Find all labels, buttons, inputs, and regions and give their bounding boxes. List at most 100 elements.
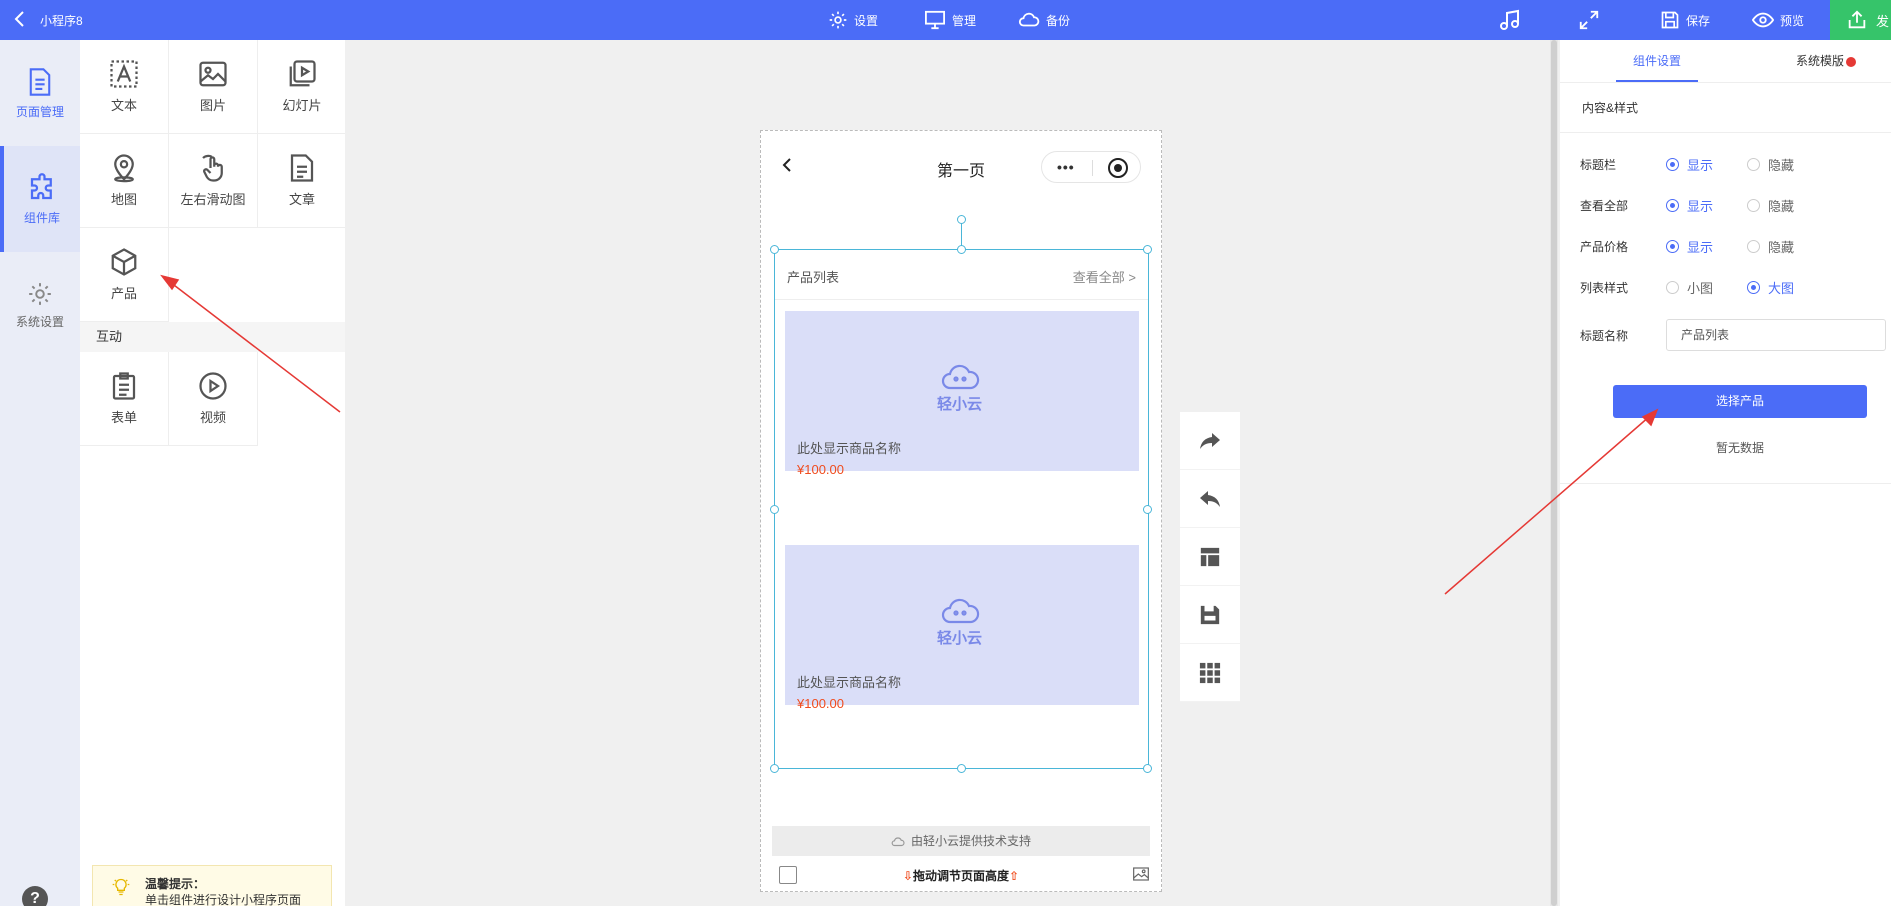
page-icon <box>29 67 51 96</box>
text-icon <box>110 60 138 88</box>
nav-system-settings[interactable]: 系统设置 <box>0 252 80 358</box>
article-icon <box>290 154 314 182</box>
resize-handle[interactable] <box>1143 505 1152 514</box>
component-product[interactable]: 产品 <box>80 228 169 322</box>
title-name-input[interactable]: 产品列表 <box>1666 319 1886 351</box>
component-label: 视频 <box>199 410 226 425</box>
view-all-link[interactable]: 查看全部 > <box>1073 267 1136 286</box>
redo-button[interactable] <box>1180 412 1240 470</box>
component-label: 产品 <box>110 286 137 301</box>
row-label: 标题栏 <box>1580 158 1617 172</box>
radio-label: 显示 <box>1687 240 1714 255</box>
component-label: 文本 <box>110 98 137 113</box>
divider <box>1560 132 1891 133</box>
capsule-menu[interactable]: ••• <box>1041 151 1141 183</box>
save-button[interactable]: 保存 <box>1660 0 1710 40</box>
preview-button[interactable]: 预览 <box>1752 0 1804 40</box>
radio-viewall-show[interactable]: 显示 <box>1666 196 1713 215</box>
save-label: 保存 <box>1686 13 1711 28</box>
brand-logo: 轻小云 <box>937 361 982 414</box>
layout-button[interactable] <box>1180 528 1240 586</box>
radio-label: 显示 <box>1687 158 1714 173</box>
nav-component-library[interactable]: 组件库 <box>0 146 80 252</box>
radio-label: 隐藏 <box>1768 199 1795 214</box>
component-text[interactable]: 文本 <box>80 40 169 134</box>
monitor-icon <box>925 10 945 30</box>
swipe-hand-icon <box>202 154 223 182</box>
app-title: 小程序8 <box>40 14 83 28</box>
fullscreen-button[interactable] <box>1578 0 1600 40</box>
brand-logo: 轻小云 <box>937 595 982 648</box>
brand-name: 轻小云 <box>937 630 983 647</box>
canvas-scrollbar-thumb[interactable] <box>1551 40 1557 906</box>
nav-label: 组件库 <box>23 210 60 225</box>
background-image-icon[interactable] <box>1133 867 1149 881</box>
radio-style-small[interactable]: 小图 <box>1666 278 1713 297</box>
back-arrow-icon[interactable] <box>10 9 30 29</box>
component-image[interactable]: 图片 <box>169 40 258 134</box>
canvas-area: 第一页 ••• 产品列表 查看全部 > 轻小云 此处显示商品名称 ¥100.00… <box>345 40 1550 906</box>
map-pin-icon <box>114 154 134 183</box>
undo-button[interactable] <box>1180 470 1240 528</box>
powered-by-bar: 由轻小云提供技术支持 <box>772 826 1150 856</box>
tab-component-settings[interactable]: 组件设置 <box>1616 40 1698 82</box>
top-bar: 小程序8 设置 管理 备份 保存 预览 发 <box>0 0 1891 40</box>
cloud-icon <box>891 837 905 846</box>
component-swipe-gallery[interactable]: 左右滑动图 <box>169 134 258 228</box>
phone-footer: ⇩拖动调节页面高度⇧ <box>761 859 1161 891</box>
component-label: 地图 <box>110 192 137 207</box>
resize-handle[interactable] <box>957 764 966 773</box>
cloud-icon <box>1018 12 1040 27</box>
help-icon[interactable]: ? <box>22 886 48 906</box>
capsule-divider <box>1092 160 1093 176</box>
settings-button[interactable]: 设置 <box>828 0 878 40</box>
save-page-button[interactable] <box>1180 586 1240 644</box>
divider <box>1560 82 1891 83</box>
manage-button[interactable]: 管理 <box>924 0 976 40</box>
grid-button[interactable] <box>1180 644 1240 702</box>
redo-icon <box>1200 432 1220 449</box>
radio-style-large[interactable]: 大图 <box>1747 278 1794 297</box>
rotate-handle[interactable] <box>957 215 966 224</box>
up-arrow-icon: ⇧ <box>1009 869 1020 883</box>
radio-price-hide[interactable]: 隐藏 <box>1747 237 1794 256</box>
radio-titlebar-hide[interactable]: 隐藏 <box>1747 155 1794 174</box>
clipboard-icon <box>112 372 136 400</box>
expand-icon <box>1579 10 1599 30</box>
cloud-logo-icon <box>941 598 979 624</box>
radio-viewall-hide[interactable]: 隐藏 <box>1747 196 1794 215</box>
tab-system-templates[interactable]: 系统模版 <box>1796 40 1857 82</box>
product-name: 此处显示商品名称 <box>797 441 902 456</box>
select-product-button[interactable]: 选择产品 <box>1613 385 1867 418</box>
puzzle-icon <box>30 172 52 199</box>
resize-handle[interactable] <box>770 764 779 773</box>
product-price: ¥100.00 <box>797 696 844 711</box>
component-form[interactable]: 表单 <box>80 352 169 446</box>
manage-label: 管理 <box>952 13 977 28</box>
backup-button[interactable]: 备份 <box>1018 0 1070 40</box>
record-icon[interactable] <box>1108 158 1128 178</box>
component-label: 文章 <box>288 192 315 207</box>
resize-handle[interactable] <box>770 505 779 514</box>
music-button[interactable] <box>1498 0 1522 40</box>
radio-titlebar-show[interactable]: 显示 <box>1666 155 1713 174</box>
publish-button[interactable]: 发 <box>1830 0 1891 40</box>
layout-icon <box>1200 547 1220 566</box>
component-video[interactable]: 视频 <box>169 352 258 446</box>
nav-label: 系统设置 <box>15 314 64 329</box>
nav-page-management[interactable]: 页面管理 <box>0 40 80 146</box>
component-slideshow[interactable]: 幻灯片 <box>258 40 347 134</box>
component-map[interactable]: 地图 <box>80 134 169 228</box>
radio-price-show[interactable]: 显示 <box>1666 237 1713 256</box>
drag-height-handle[interactable]: ⇩拖动调节页面高度⇧ <box>761 867 1161 884</box>
radio-label: 小图 <box>1687 281 1714 296</box>
tip-text: 单击组件进行设计小程序页面 <box>145 893 302 906</box>
component-article[interactable]: 文章 <box>258 134 347 228</box>
more-icon[interactable]: ••• <box>1057 159 1075 175</box>
hot-badge <box>1846 56 1857 67</box>
product-list-component[interactable]: 产品列表 查看全部 > 轻小云 此处显示商品名称 ¥100.00 轻小云 此处显… <box>770 245 1152 773</box>
down-arrow-icon: ⇩ <box>902 869 913 883</box>
play-icon <box>199 372 227 400</box>
component-label: 左右滑动图 <box>180 192 246 207</box>
resize-handle[interactable] <box>1143 764 1152 773</box>
